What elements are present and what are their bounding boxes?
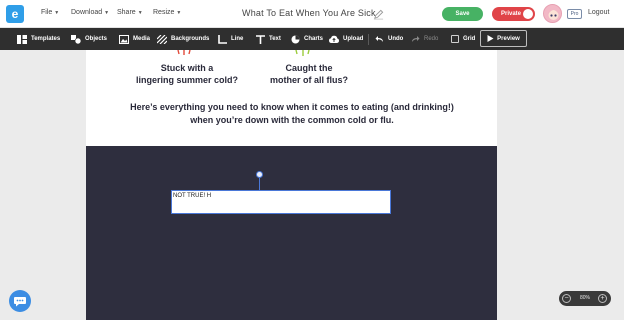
app-logo[interactable]: e [6,5,24,23]
toolbar-divider [368,34,369,45]
redo-label: Redo [424,36,439,42]
menu-resize[interactable]: Resize ▼ [153,9,181,16]
media-icon [119,34,129,44]
preview-label: Preview [497,35,520,42]
caret-down-icon: ▼ [54,10,60,16]
objects-icon [71,34,81,44]
toolbar-objects-label: Objects [85,36,108,42]
flu-question-line2: mother of all flus? [269,75,348,85]
grid-label: Grid [463,36,476,42]
toolbar-charts[interactable]: Charts [291,28,323,50]
pro-badge: Pro [567,9,582,19]
toolbar-templates-label: Templates [31,36,61,42]
dark-background-section[interactable] [86,146,497,320]
grid-checkbox[interactable] [451,35,459,43]
preview-button[interactable]: Preview [480,30,527,47]
menu-resize-label: Resize [153,9,175,16]
grid-toggle[interactable]: Grid [451,28,475,50]
toolbar-upload-label: Upload [343,36,364,42]
play-icon [487,35,494,42]
top-menu-bar: e File ▼ Download ▼ Share ▼ Resize ▼ What To… [0,0,624,28]
editing-text-box[interactable]: NOT TRUE! H [171,190,391,214]
caret-down-icon: ▼ [137,10,143,16]
toolbar-upload[interactable]: Upload [329,28,363,50]
editor-toolbar: Templates Objects Media Backgrounds Line… [0,28,624,50]
undo-icon [375,36,383,42]
zoom-control: − 80% + [559,291,611,306]
chat-bubble-icon [14,297,26,307]
logout-link[interactable]: Logout [588,9,609,16]
document-title[interactable]: What To Eat When You Are Sick [242,8,376,18]
toolbar-objects[interactable]: Objects [71,28,107,50]
backgrounds-icon [157,34,167,44]
menu-share-label: Share [117,9,136,16]
caret-down-icon: ▼ [104,10,110,16]
toolbar-text[interactable]: Text [256,28,281,50]
toolbar-backgrounds-label: Backgrounds [171,36,210,42]
flu-question-line1: Caught the [285,63,333,73]
private-toggle-label: Private [501,11,522,17]
rotate-handle[interactable] [256,171,263,178]
rotate-handle-line [259,178,260,190]
menu-download-label: Download [71,9,103,16]
toolbar-backgrounds[interactable]: Backgrounds [157,28,209,50]
line-icon [218,34,227,44]
zoom-level: 80% [580,295,591,301]
editing-text-content: NOT TRUE! H [173,193,212,199]
toolbar-media[interactable]: Media [119,28,150,50]
chat-button[interactable] [9,290,31,312]
undo-button[interactable]: Undo [375,28,403,50]
redo-icon [412,36,420,42]
intro-line2: when you’re down with the common cold or… [190,115,394,125]
private-toggle[interactable]: Private [492,7,535,21]
avatar-face-icon [548,10,559,20]
zoom-out-button[interactable]: − [562,294,571,303]
decoration-marks-icon [177,50,191,55]
charts-icon [291,35,300,43]
toolbar-media-label: Media [133,36,151,42]
redo-button[interactable]: Redo [411,28,438,50]
cold-question-text[interactable]: Stuck with a lingering summer cold? [132,62,242,86]
menu-download[interactable]: Download ▼ [71,9,109,16]
toggle-knob [523,9,533,19]
zoom-in-button[interactable]: + [598,294,607,303]
intro-paragraph[interactable]: Here’s everything you need to know when … [120,101,464,127]
menu-file-label: File [41,9,53,16]
pencil-icon[interactable] [373,9,384,20]
menu-share[interactable]: Share ▼ [117,9,143,16]
cold-question-line1: Stuck with a [160,63,214,73]
caret-down-icon: ▼ [176,10,182,16]
text-icon [256,34,265,44]
undo-label: Undo [388,36,404,42]
cold-question-line2: lingering summer cold? [135,75,238,85]
avatar[interactable] [543,4,562,23]
save-button[interactable]: Save [442,7,483,21]
toolbar-templates[interactable]: Templates [17,28,60,50]
toolbar-line[interactable]: Line [218,28,243,50]
templates-icon [17,34,27,44]
toolbar-line-label: Line [231,36,244,42]
toolbar-charts-label: Charts [304,36,324,42]
decoration-drops-icon [295,50,310,56]
flu-question-text[interactable]: Caught the mother of all flus? [263,62,355,86]
menu-file[interactable]: File ▼ [41,9,59,16]
upload-icon [329,35,339,43]
intro-line1: Here’s everything you need to know when … [130,102,454,112]
toolbar-text-label: Text [269,36,281,42]
